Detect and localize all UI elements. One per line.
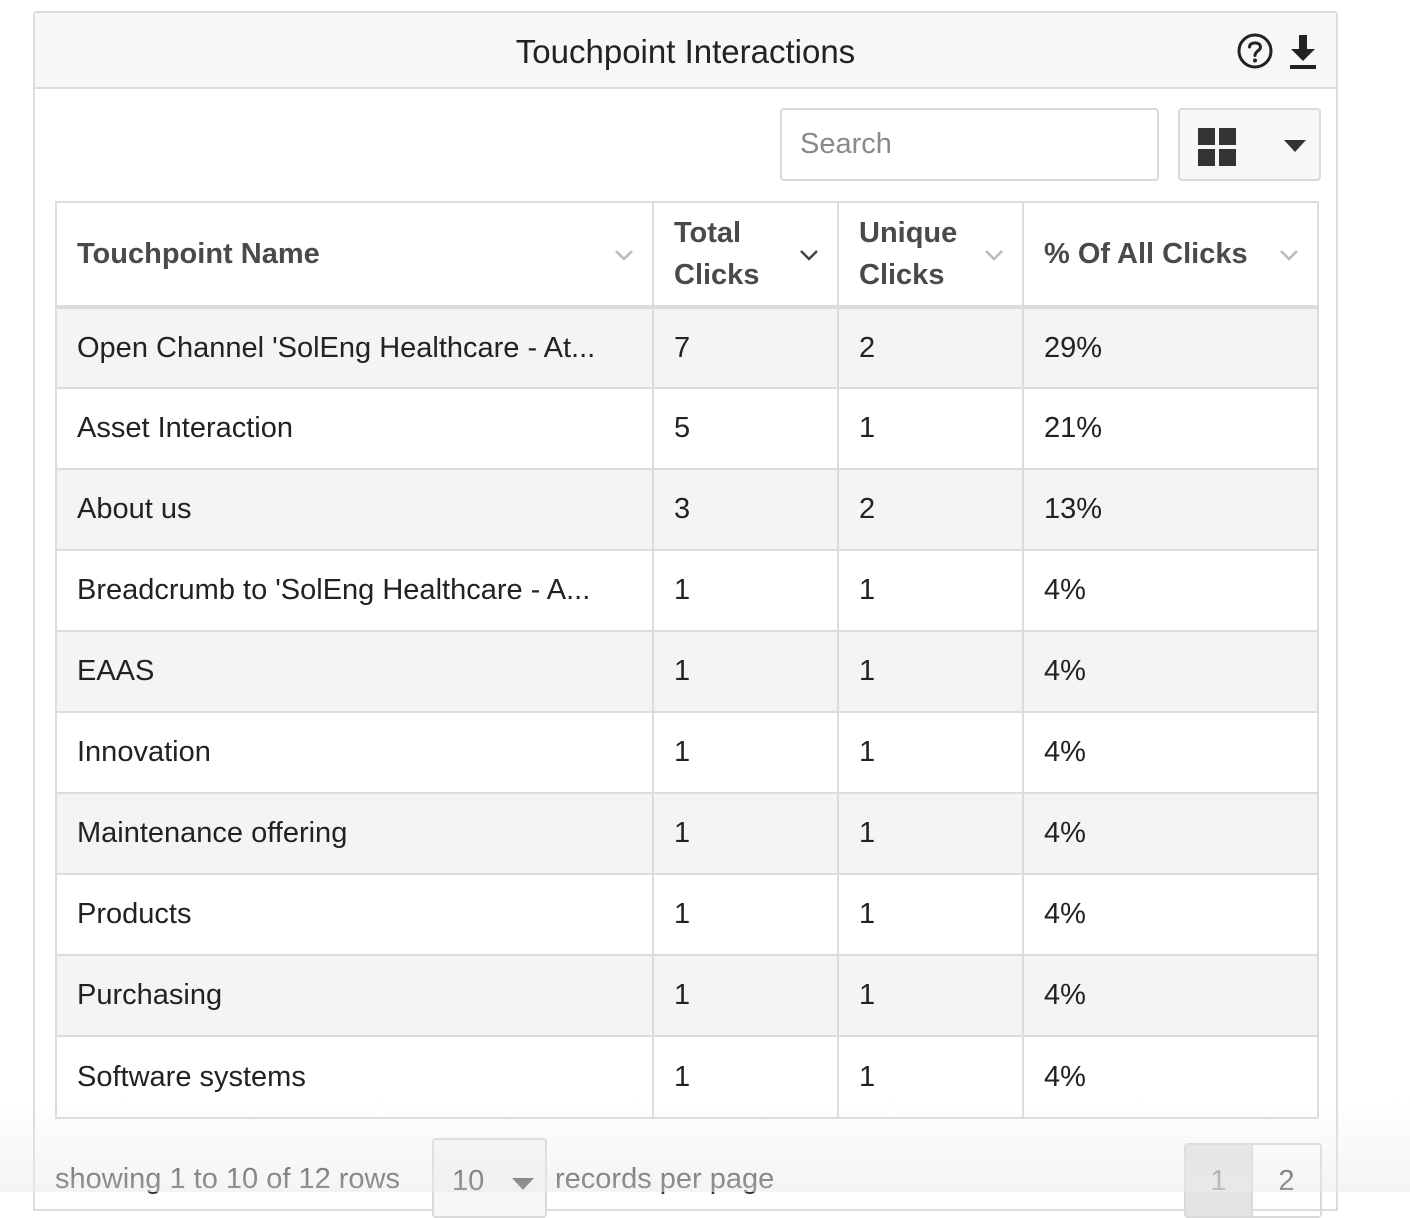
cell-percent-clicks: 4% <box>1023 631 1317 713</box>
pagination: 1 2 <box>1184 1143 1322 1218</box>
cell-unique-clicks: 1 <box>838 1036 1024 1117</box>
cell-unique-clicks: 1 <box>838 631 1024 713</box>
chevron-down-icon <box>800 250 818 261</box>
cell-percent-clicks: 4% <box>1023 874 1317 956</box>
cell-unique-clicks: 1 <box>838 388 1024 470</box>
page-size-value: 10 <box>452 1165 485 1197</box>
chevron-down-icon <box>615 250 633 261</box>
cell-touchpoint-name: Open Channel 'SolEng Healthcare - At... <box>57 307 654 389</box>
table-header-row: Touchpoint Name Total Clicks Unique Clic… <box>57 203 1317 309</box>
records-per-page-label: records per page <box>555 1163 775 1195</box>
table-row[interactable]: Products 1 1 4% <box>57 874 1317 956</box>
chevron-down-icon <box>1280 250 1298 261</box>
cell-unique-clicks: 1 <box>838 874 1024 956</box>
cell-total-clicks: 3 <box>653 469 839 551</box>
table-row[interactable]: Asset Interaction 5 1 21% <box>57 388 1317 470</box>
cell-unique-clicks: 1 <box>838 793 1024 875</box>
cell-percent-clicks: 21% <box>1023 388 1317 470</box>
cell-touchpoint-name: Breadcrumb to 'SolEng Healthcare - A... <box>57 550 654 632</box>
cell-touchpoint-name: Products <box>57 874 654 956</box>
cell-percent-clicks: 4% <box>1044 1060 1086 1093</box>
column-header-touchpoint-name[interactable]: Touchpoint Name <box>57 203 654 309</box>
column-header-label: Touchpoint Name <box>77 238 320 270</box>
grid-icon <box>1198 128 1236 166</box>
cell-percent-clicks: 4% <box>1023 955 1317 1037</box>
download-icon[interactable] <box>1288 32 1318 70</box>
pagination-info: showing 1 to 10 of 12 rows <box>55 1163 400 1195</box>
column-header-label: Total Clicks <box>674 217 760 291</box>
cell-total-clicks: 1 <box>653 712 839 794</box>
table-row[interactable]: About us 3 2 13% <box>57 469 1317 551</box>
page-button-2[interactable]: 2 <box>1253 1145 1320 1216</box>
panel-title: Touchpoint Interactions <box>515 33 856 70</box>
cell-touchpoint-name: Asset Interaction <box>57 388 654 470</box>
page-size-select[interactable]: 10 <box>432 1138 547 1218</box>
cell-total-clicks: 1 <box>653 550 839 632</box>
cell-percent-clicks: 4% <box>1023 550 1317 632</box>
cell-touchpoint-name: Innovation <box>57 712 654 794</box>
table-row[interactable]: Breadcrumb to 'SolEng Healthcare - A... … <box>57 550 1317 632</box>
cell-unique-clicks: 2 <box>838 469 1024 551</box>
cell-percent-clicks: 4% <box>1023 793 1317 875</box>
caret-down-icon <box>1284 140 1306 152</box>
cell-percent-clicks: 29% <box>1023 307 1317 389</box>
cell-touchpoint-name: Maintenance offering <box>57 793 654 875</box>
table-row[interactable]: Open Channel 'SolEng Healthcare - At... … <box>57 307 1317 389</box>
cell-percent-clicks: 4% <box>1023 712 1317 794</box>
column-header-total-clicks[interactable]: Total Clicks <box>653 203 839 309</box>
table-row[interactable]: Software systems 1 1 4% <box>57 1036 1317 1117</box>
cell-unique-clicks: 1 <box>838 955 1024 1037</box>
cell-total-clicks: 1 <box>653 955 839 1037</box>
column-header-unique-clicks[interactable]: Unique Clicks <box>838 203 1024 309</box>
cell-touchpoint-name: About us <box>57 469 654 551</box>
page-button-1[interactable]: 1 <box>1186 1145 1253 1216</box>
column-header-percent-of-all-clicks[interactable]: % Of All Clicks <box>1023 203 1317 309</box>
cell-total-clicks: 1 <box>653 874 839 956</box>
touchpoint-interactions-panel: Touchpoint Interactions Search Touchpoin… <box>33 11 1338 1218</box>
cell-total-clicks: 1 <box>653 1036 839 1117</box>
touchpoint-table: Touchpoint Name Total Clicks Unique Clic… <box>55 201 1319 1119</box>
panel-header: Touchpoint Interactions <box>35 13 1336 89</box>
caret-down-icon <box>512 1178 534 1190</box>
help-circle-icon[interactable] <box>1236 32 1274 70</box>
table-row[interactable]: Purchasing 1 1 4% <box>57 955 1317 1037</box>
column-header-label: Unique Clicks <box>859 217 958 291</box>
cell-total-clicks: 1 <box>653 631 839 713</box>
cell-touchpoint-name: Software systems <box>57 1036 654 1117</box>
chevron-down-icon <box>985 250 1003 261</box>
table-row[interactable]: EAAS 1 1 4% <box>57 631 1317 713</box>
cell-touchpoint-name: EAAS <box>57 631 654 713</box>
cell-unique-clicks: 1 <box>838 550 1024 632</box>
table-row[interactable]: Innovation 1 1 4% <box>57 712 1317 794</box>
table-row[interactable]: Maintenance offering 1 1 4% <box>57 793 1317 875</box>
cell-percent-clicks: 13% <box>1023 469 1317 551</box>
columns-toggle-button[interactable] <box>1178 108 1321 181</box>
column-header-label: % Of All Clicks <box>1044 238 1248 270</box>
cell-touchpoint-name: Purchasing <box>57 955 654 1037</box>
cell-total-clicks: 5 <box>653 388 839 470</box>
cell-unique-clicks: 2 <box>838 307 1024 389</box>
cell-total-clicks: 1 <box>653 793 839 875</box>
cell-unique-clicks: 1 <box>838 712 1024 794</box>
cell-total-clicks: 7 <box>653 307 839 389</box>
search-input[interactable] <box>780 108 1159 181</box>
